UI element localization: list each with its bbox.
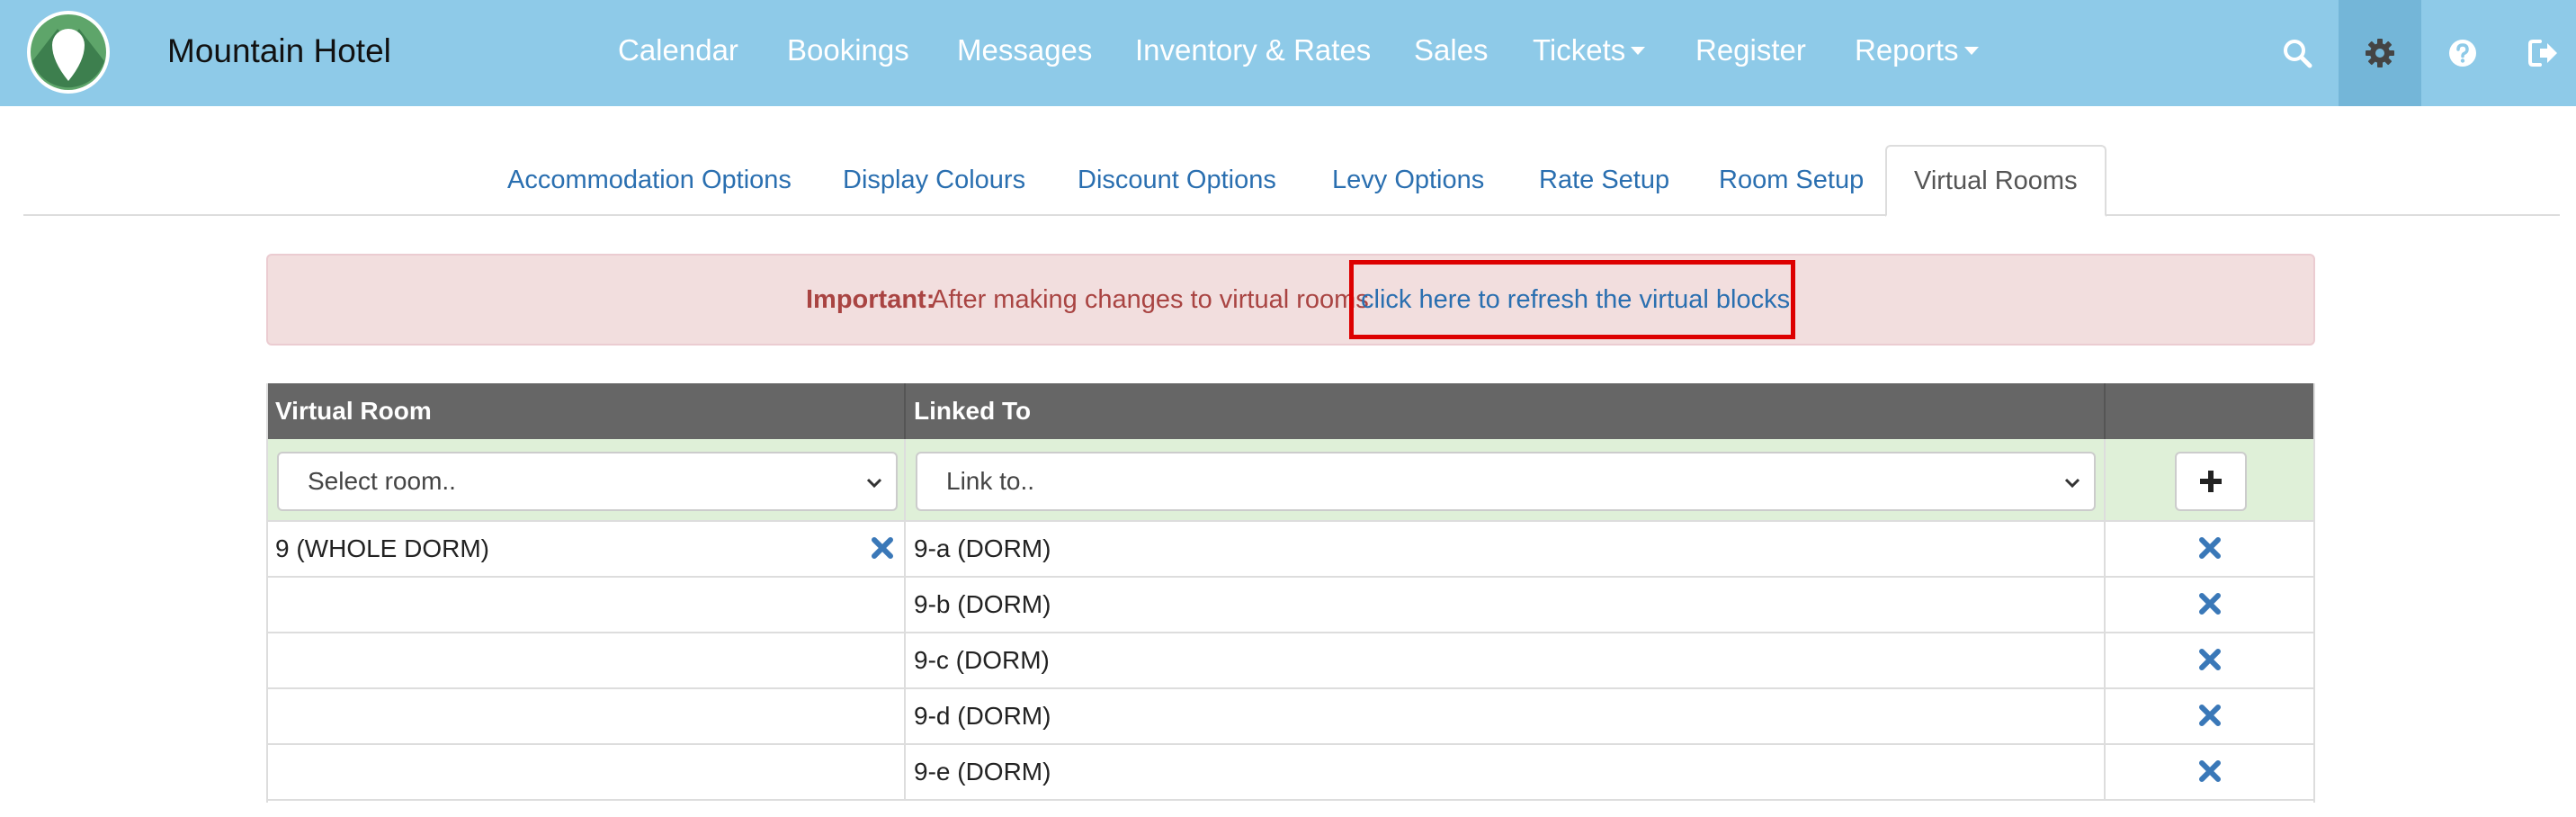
column-divider <box>904 689 906 743</box>
nav-sales[interactable]: Sales <box>1414 0 1489 106</box>
chevron-down-icon <box>866 478 882 489</box>
logout-icon <box>2528 40 2557 67</box>
virtual-room-cell: 9 (WHOLE DORM) <box>275 534 489 562</box>
table-border <box>2313 383 2315 803</box>
nav-messages[interactable]: Messages <box>957 0 1092 106</box>
table-row: 9-e (DORM) <box>266 745 2315 801</box>
column-header-linked-to: Linked To <box>914 397 1032 425</box>
top-navbar: Mountain Hotel Calendar Bookings Message… <box>0 0 2576 106</box>
remove-link-icon[interactable] <box>2198 704 2222 727</box>
nav-tickets-dropdown[interactable]: Tickets <box>1533 0 1646 106</box>
column-divider <box>2104 633 2106 687</box>
nav-reports-label: Reports <box>1855 33 1959 67</box>
table-row: 9-b (DORM) <box>266 578 2315 633</box>
logout-button[interactable] <box>2502 0 2576 106</box>
remove-link-icon[interactable] <box>2198 759 2222 783</box>
remove-link-icon[interactable] <box>2198 648 2222 671</box>
column-divider <box>2104 745 2106 799</box>
column-divider <box>904 745 906 799</box>
nav-reports-dropdown[interactable]: Reports <box>1855 0 1979 106</box>
tab-display-colours[interactable]: Display Colours <box>816 145 1052 215</box>
remove-link-icon[interactable] <box>2198 592 2222 615</box>
select-room-dropdown[interactable]: Select room.. <box>277 452 898 511</box>
chevron-down-icon <box>1963 46 1979 55</box>
remove-virtual-room-icon[interactable] <box>871 536 894 560</box>
link-to-value: Link to.. <box>946 467 1035 495</box>
nav-bookings[interactable]: Bookings <box>787 0 909 106</box>
tab-rate-setup[interactable]: Rate Setup <box>1512 145 1696 215</box>
column-divider <box>2104 383 2106 439</box>
plus-icon <box>2200 471 2222 492</box>
tab-room-setup[interactable]: Room Setup <box>1692 145 1891 215</box>
column-divider <box>904 578 906 632</box>
gear-icon <box>2366 39 2394 67</box>
linked-to-cell: 9-b (DORM) <box>914 590 1051 618</box>
table-row: 9-c (DORM) <box>266 633 2315 689</box>
nav-calendar[interactable]: Calendar <box>618 0 738 106</box>
column-divider <box>904 439 906 520</box>
link-to-dropdown[interactable]: Link to.. <box>916 452 2096 511</box>
linked-to-cell: 9-a (DORM) <box>914 534 1051 562</box>
table-header: Virtual Room Linked To <box>266 383 2315 439</box>
table-row: 9 (WHOLE DORM) 9-a (DORM) <box>266 522 2315 578</box>
virtual-room-cell <box>266 689 905 743</box>
column-divider <box>904 383 906 439</box>
add-link-row: Select room.. Link to.. <box>266 439 2315 522</box>
virtual-room-cell <box>266 633 905 687</box>
virtual-room-cell <box>266 745 905 799</box>
refresh-virtual-blocks-link[interactable]: click here to refresh the virtual blocks… <box>1361 256 1797 344</box>
column-divider <box>904 633 906 687</box>
linked-to-cell: 9-c (DORM) <box>914 646 1050 674</box>
alert-important-label: Important: <box>806 285 935 314</box>
settings-button[interactable] <box>2339 0 2421 106</box>
linked-to-cell: 9-e (DORM) <box>914 758 1051 786</box>
column-divider <box>904 522 906 576</box>
search-icon <box>2284 40 2312 68</box>
tab-discount-options[interactable]: Discount Options <box>1051 145 1303 215</box>
linked-to-cell: 9-d (DORM) <box>914 702 1051 730</box>
tab-virtual-rooms[interactable]: Virtual Rooms <box>1885 145 2106 217</box>
hotel-logo[interactable] <box>25 9 112 95</box>
tab-accommodation-options[interactable]: Accommodation Options <box>480 145 818 215</box>
alert-message: After making changes to virtual rooms <box>931 285 1369 314</box>
column-header-actions <box>2105 383 2315 439</box>
brand-name[interactable]: Mountain Hotel <box>167 0 391 106</box>
help-button[interactable] <box>2421 0 2504 106</box>
table-row: 9-d (DORM) <box>266 689 2315 745</box>
nav-tickets-label: Tickets <box>1533 33 1626 67</box>
add-link-button[interactable] <box>2175 452 2247 511</box>
remove-link-icon[interactable] <box>2198 536 2222 560</box>
nav-inventory-rates[interactable]: Inventory & Rates <box>1135 0 1371 106</box>
table-border <box>266 383 268 803</box>
search-button[interactable] <box>2256 0 2339 106</box>
important-alert: Important: After making changes to virtu… <box>266 254 2315 346</box>
column-divider <box>2104 689 2106 743</box>
column-header-virtual-room: Virtual Room <box>275 397 432 425</box>
nav-register[interactable]: Register <box>1695 0 1806 106</box>
chevron-down-icon <box>1631 46 1646 55</box>
help-icon <box>2449 40 2476 67</box>
virtual-room-cell <box>266 578 905 632</box>
column-divider <box>2104 522 2106 576</box>
select-room-value: Select room.. <box>308 467 456 495</box>
column-divider <box>2104 439 2106 520</box>
chevron-down-icon <box>2064 478 2080 489</box>
column-divider <box>2104 578 2106 632</box>
tab-levy-options[interactable]: Levy Options <box>1305 145 1511 215</box>
